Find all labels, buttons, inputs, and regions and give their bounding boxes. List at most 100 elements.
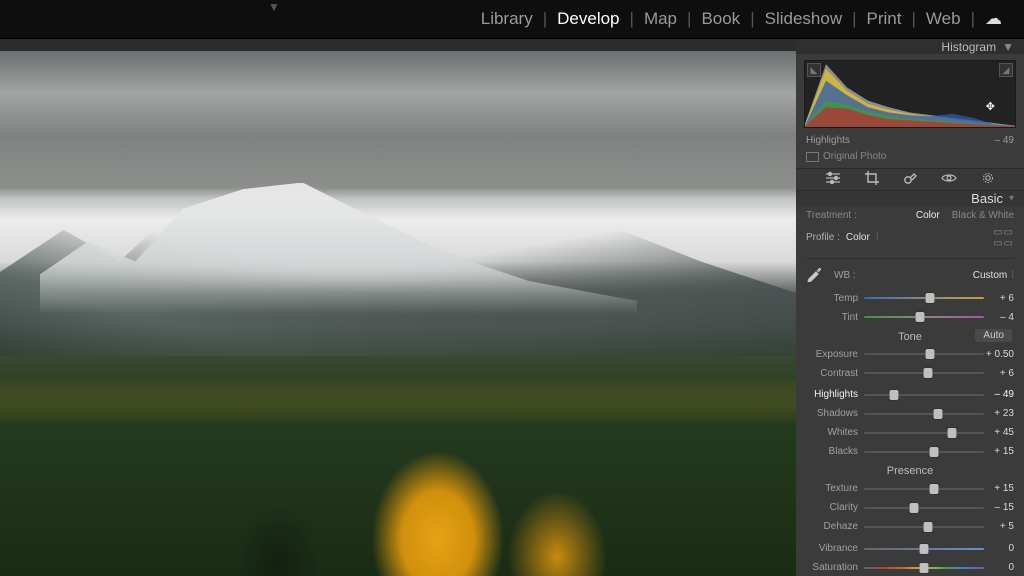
slider-track[interactable] (864, 367, 984, 379)
tone-heading: Tone Auto (796, 327, 1024, 345)
local-tools-toolbar (796, 168, 1024, 191)
histogram-readout-value: – 49 (995, 135, 1014, 146)
slider-label: Contrast (806, 368, 864, 379)
slider-value[interactable]: + 15 (984, 483, 1014, 494)
slider-value[interactable]: + 0.50 (984, 349, 1014, 360)
slider-value[interactable]: + 45 (984, 427, 1014, 438)
cloud-sync-icon[interactable]: ☁ (975, 9, 1012, 29)
radial-icon[interactable] (981, 171, 995, 188)
presence-heading-label: Presence (887, 465, 933, 477)
slider-label: Clarity (806, 502, 864, 513)
slider-texture: Texture + 15 (796, 479, 1024, 498)
module-switcher: Library|Develop|Map|Book|Slideshow|Print… (471, 9, 1012, 29)
slider-label: Highlights (806, 389, 864, 400)
slider-saturation: Saturation 0 (796, 558, 1024, 576)
slider-track[interactable] (864, 521, 984, 533)
slider-clarity: Clarity – 15 (796, 498, 1024, 517)
slider-value[interactable]: – 15 (984, 502, 1014, 513)
module-book[interactable]: Book (691, 9, 750, 29)
original-photo-toggle[interactable]: Original Photo (796, 149, 1024, 168)
slider-value[interactable]: + 23 (984, 408, 1014, 419)
redeye-icon[interactable] (941, 171, 957, 187)
basic-title: Basic (971, 191, 1003, 206)
panel-collapse-top-icon[interactable]: ▼ (268, 0, 280, 14)
slider-track[interactable] (864, 427, 984, 439)
right-panel: Histogram ▼ ◣ ◢ ✥ Highlights – 49 Origin… (796, 39, 1024, 576)
slider-highlights: Highlights – 49 (796, 385, 1024, 404)
presence-heading: Presence (796, 461, 1024, 479)
module-slideshow[interactable]: Slideshow (755, 9, 853, 29)
slider-track[interactable] (864, 408, 984, 420)
slider-dehaze: Dehaze + 5 (796, 517, 1024, 536)
module-web[interactable]: Web (916, 9, 971, 29)
treatment-bw[interactable]: Black & White (952, 210, 1014, 221)
chevron-down-icon: ▼ (1002, 40, 1014, 54)
slider-track[interactable] (864, 348, 984, 360)
slider-track[interactable] (864, 502, 984, 514)
slider-track[interactable] (864, 483, 984, 495)
slider-label: Temp (806, 293, 864, 304)
profile-label: Profile : (806, 232, 840, 243)
histogram-header[interactable]: Histogram ▼ (796, 39, 1024, 54)
profile-menu-icon[interactable]: ⁞ (876, 232, 879, 243)
tone-heading-label: Tone (898, 331, 922, 343)
slider-value[interactable]: + 5 (984, 521, 1014, 532)
slider-value[interactable]: + 15 (984, 446, 1014, 457)
photo-canvas[interactable] (0, 39, 796, 576)
module-develop[interactable]: Develop (547, 9, 629, 29)
profile-value[interactable]: Color (846, 232, 870, 243)
slider-label: Saturation (806, 562, 864, 573)
slider-label: Tint (806, 312, 864, 323)
treatment-color[interactable]: Color (916, 210, 940, 221)
histogram-readout-label: Highlights (806, 135, 850, 146)
slider-value[interactable]: + 6 (984, 368, 1014, 379)
slider-track[interactable] (864, 543, 984, 555)
auto-button[interactable]: Auto (975, 329, 1012, 342)
slider-value[interactable]: 0 (984, 543, 1014, 554)
wb-picker-icon[interactable] (806, 264, 824, 287)
histogram-display[interactable]: ◣ ◢ ✥ (804, 60, 1016, 128)
treatment-label: Treatment : (806, 210, 857, 221)
slider-track[interactable] (864, 562, 984, 574)
slider-tint: Tint – 4 (796, 308, 1024, 327)
crop-icon[interactable] (865, 171, 879, 188)
slider-label: Blacks (806, 446, 864, 457)
disclosure-icon: ▾ (1009, 193, 1014, 204)
slider-track[interactable] (864, 446, 984, 458)
slider-value[interactable]: – 4 (984, 312, 1014, 323)
wb-row: WB : Custom ⁞ (796, 262, 1024, 289)
slider-exposure: Exposure + 0.50 (796, 345, 1024, 364)
slider-label: Texture (806, 483, 864, 494)
topbar: Library|Develop|Map|Book|Slideshow|Print… (0, 0, 1024, 39)
original-photo-label: Original Photo (823, 151, 886, 162)
sliders-icon[interactable] (825, 171, 841, 188)
slider-label: Shadows (806, 408, 864, 419)
slider-label: Dehaze (806, 521, 864, 532)
wb-value[interactable]: Custom (973, 270, 1007, 281)
module-library[interactable]: Library (471, 9, 543, 29)
slider-label: Whites (806, 427, 864, 438)
wb-menu-icon[interactable]: ⁞ (1011, 270, 1014, 281)
profile-row: Profile : Color ⁞ ▭▭▭▭ (796, 225, 1024, 255)
slider-value[interactable]: + 6 (984, 293, 1014, 304)
slider-value[interactable]: – 49 (984, 389, 1014, 400)
slider-value[interactable]: 0 (984, 562, 1014, 573)
module-map[interactable]: Map (634, 9, 687, 29)
slider-whites: Whites + 45 (796, 423, 1024, 442)
treatment-row: Treatment : Color Black & White (796, 206, 1024, 225)
module-print[interactable]: Print (857, 9, 912, 29)
basic-section-header[interactable]: Basic ▾ (796, 191, 1024, 206)
slider-track[interactable] (864, 389, 984, 401)
slider-vibrance: Vibrance 0 (796, 539, 1024, 558)
rectangle-icon (806, 152, 819, 162)
slider-temp: Temp + 6 (796, 289, 1024, 308)
slider-contrast: Contrast + 6 (796, 364, 1024, 383)
healing-icon[interactable] (903, 171, 917, 188)
slider-blacks: Blacks + 15 (796, 442, 1024, 461)
photo-preview (0, 51, 796, 576)
slider-shadows: Shadows + 23 (796, 404, 1024, 423)
slider-track[interactable] (864, 311, 984, 323)
histogram-title: Histogram (941, 40, 996, 54)
profile-browser-icon[interactable]: ▭▭▭▭ (993, 227, 1014, 249)
slider-track[interactable] (864, 292, 984, 304)
